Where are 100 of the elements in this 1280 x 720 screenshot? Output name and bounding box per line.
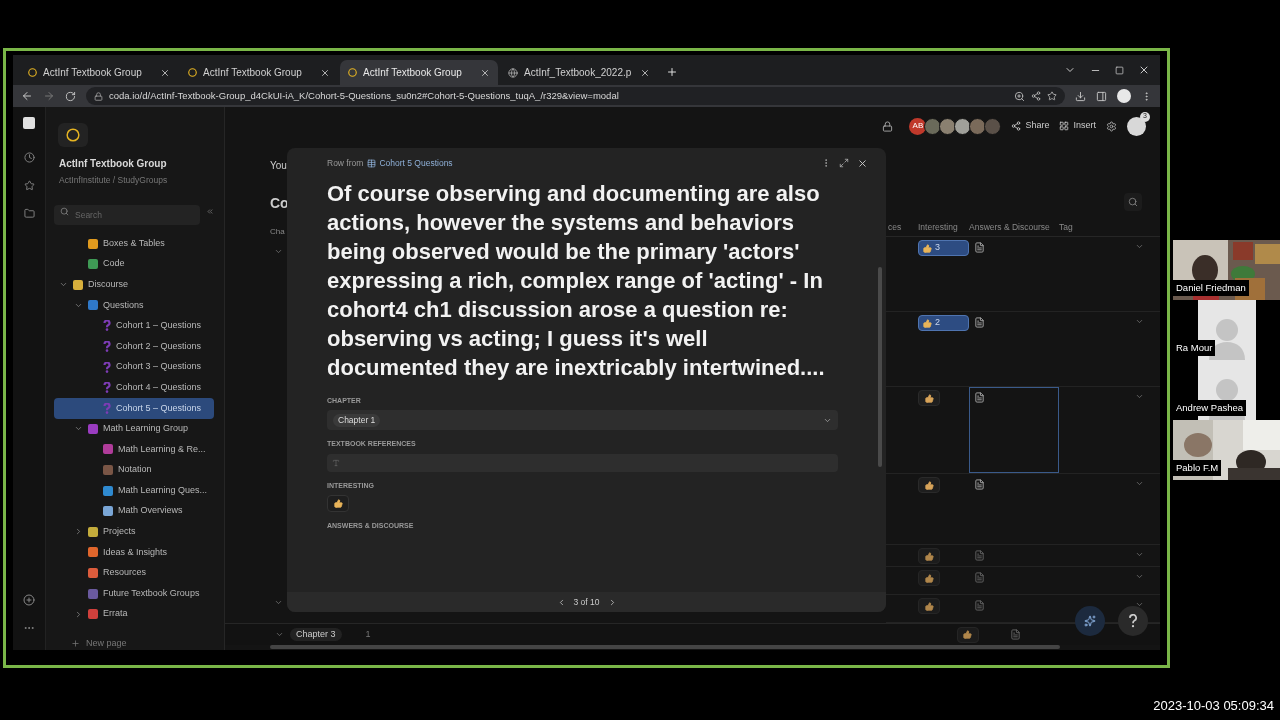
- sidebar-item[interactable]: Questions: [54, 295, 214, 316]
- doc-title: ActInf Textbook Group: [59, 157, 168, 172]
- share-icon[interactable]: [1031, 91, 1042, 101]
- sidebar-item[interactable]: Notation: [54, 459, 214, 481]
- help-button[interactable]: [1118, 606, 1148, 636]
- chevron-down-icon[interactable]: [1135, 600, 1144, 609]
- close-icon[interactable]: [640, 67, 650, 78]
- scrollbar[interactable]: [270, 645, 1060, 649]
- close-icon[interactable]: [1138, 64, 1150, 76]
- download-icon[interactable]: [1075, 90, 1086, 102]
- chapter-select[interactable]: Chapter 1: [327, 410, 838, 431]
- table-cell[interactable]: [969, 387, 1059, 473]
- tab-title: ActInf Textbook Group: [43, 66, 143, 80]
- settings-icon[interactable]: [1106, 120, 1117, 132]
- references-field[interactable]: [327, 453, 838, 472]
- chevron-down-icon[interactable]: [274, 598, 283, 607]
- tab-logo-icon: [28, 68, 37, 77]
- close-icon[interactable]: [480, 67, 490, 78]
- reaction-button[interactable]: [956, 626, 979, 643]
- new-tab-icon[interactable]: [666, 66, 678, 78]
- address-bar[interactable]: coda.io/d/ActInf-Textbook-Group_d4CkUI-iA_K/Cohort-5-Questions_su0n2#Cohort-5-Questions_tuqA_/r329&view=modal: [85, 87, 1066, 105]
- chevron-down-icon[interactable]: [1135, 242, 1144, 251]
- reaction-button[interactable]: [918, 570, 940, 586]
- tab-title: ActInf Textbook Group: [363, 66, 463, 80]
- sidebar-item[interactable]: Cohort 1 – Questions: [54, 315, 214, 337]
- sidebar-item[interactable]: Errata: [54, 603, 214, 625]
- close-icon[interactable]: [160, 67, 170, 78]
- sidebar-item[interactable]: Ideas & Insights: [54, 542, 214, 563]
- source-table-link[interactable]: Cohort 5 Questions: [367, 157, 453, 170]
- sidebar-item[interactable]: Math Learning & Re...: [54, 439, 214, 460]
- star-icon[interactable]: [23, 180, 35, 191]
- sidebar-item[interactable]: Code: [54, 253, 214, 275]
- sidebar-item[interactable]: Projects: [54, 521, 214, 543]
- zoom-icon[interactable]: [1014, 90, 1026, 102]
- browser-tab[interactable]: ActInf Textbook Group: [340, 60, 498, 85]
- page-text: You: [270, 159, 287, 173]
- maximize-icon[interactable]: [1115, 65, 1124, 75]
- sidebar-item[interactable]: Future Textbook Groups: [54, 583, 214, 604]
- sidebar-item[interactable]: Math Learning Group: [54, 418, 214, 440]
- reaction-button[interactable]: 3: [918, 240, 969, 256]
- close-icon[interactable]: [857, 157, 868, 169]
- reaction-button[interactable]: [918, 548, 940, 564]
- chevron-down-icon[interactable]: [1135, 392, 1144, 401]
- document-icon: [974, 242, 985, 253]
- lock-icon[interactable]: [882, 120, 894, 132]
- doc-logo[interactable]: [58, 123, 88, 148]
- thumbs-up-icon: [963, 630, 973, 639]
- sidebar-item[interactable]: Math Overviews: [54, 500, 214, 522]
- timestamp: 2023-10-03 05:09:34: [1153, 697, 1274, 715]
- sidebar-item[interactable]: Math Learning Ques...: [54, 480, 214, 501]
- reaction-button[interactable]: [918, 390, 940, 406]
- participant-name: Andrew Pashea: [1173, 399, 1247, 416]
- side-panel-icon[interactable]: [1096, 90, 1107, 102]
- sidebar-item[interactable]: Boxes & Tables: [54, 233, 214, 254]
- reaction-button[interactable]: 2: [918, 315, 969, 331]
- chevron-down-icon[interactable]: [1135, 550, 1144, 559]
- expand-icon[interactable]: [839, 158, 849, 169]
- reload-icon[interactable]: [64, 90, 76, 102]
- chevron-down-icon[interactable]: [1135, 479, 1144, 488]
- chevron-down-icon[interactable]: [1135, 572, 1144, 581]
- chevron-down-icon[interactable]: [275, 630, 284, 639]
- sidebar-item[interactable]: Cohort 5 – Questions: [54, 397, 214, 419]
- reaction-button[interactable]: [918, 477, 940, 493]
- tab-title: ActInf Textbook Group: [203, 66, 303, 80]
- user-avatar[interactable]: [924, 117, 942, 135]
- tab-logo-icon: [348, 68, 357, 77]
- star-icon[interactable]: [1047, 91, 1058, 101]
- account-avatar[interactable]: [1127, 116, 1146, 136]
- folder-icon[interactable]: [23, 208, 35, 219]
- user-avatar[interactable]: AB: [909, 117, 927, 135]
- sidebar-item[interactable]: Discourse: [54, 274, 214, 295]
- user-avatar[interactable]: [954, 117, 972, 135]
- clock-icon[interactable]: [23, 152, 35, 163]
- ai-assistant-button[interactable]: [1075, 606, 1105, 636]
- search-button[interactable]: [1124, 193, 1142, 211]
- browser-tab[interactable]: ActInf_Textbook_2022.p: [500, 60, 658, 85]
- reaction-button[interactable]: [918, 598, 940, 614]
- reaction-button[interactable]: [327, 495, 349, 513]
- close-icon[interactable]: [320, 67, 330, 78]
- share-button[interactable]: Share: [1011, 119, 1050, 133]
- user-avatar[interactable]: [969, 117, 987, 135]
- chevron-down-icon[interactable]: [1135, 317, 1144, 326]
- app-logo-icon[interactable]: [23, 117, 35, 129]
- browser-tab[interactable]: ActInf Textbook Group: [20, 60, 178, 85]
- back-icon[interactable]: [21, 90, 33, 102]
- scrollbar[interactable]: [878, 266, 882, 467]
- add-icon[interactable]: [23, 594, 35, 606]
- new-page-button[interactable]: New page: [71, 636, 214, 650]
- profile-avatar[interactable]: [1117, 89, 1131, 103]
- sidebar-item[interactable]: Cohort 2 – Questions: [54, 336, 214, 357]
- sidebar-item[interactable]: Cohort 3 – Questions: [54, 356, 214, 378]
- insert-button[interactable]: Insert: [1059, 119, 1096, 133]
- search-icon: [60, 206, 69, 216]
- grid-icon: [1059, 121, 1070, 131]
- browser-tab[interactable]: ActInf Textbook Group: [180, 60, 338, 85]
- sidebar-item[interactable]: Cohort 4 – Questions: [54, 377, 214, 398]
- document-icon: [974, 392, 985, 403]
- chevron-down-icon[interactable]: [274, 247, 283, 256]
- user-avatar[interactable]: [939, 117, 957, 135]
- sidebar-item[interactable]: Resources: [54, 562, 214, 584]
